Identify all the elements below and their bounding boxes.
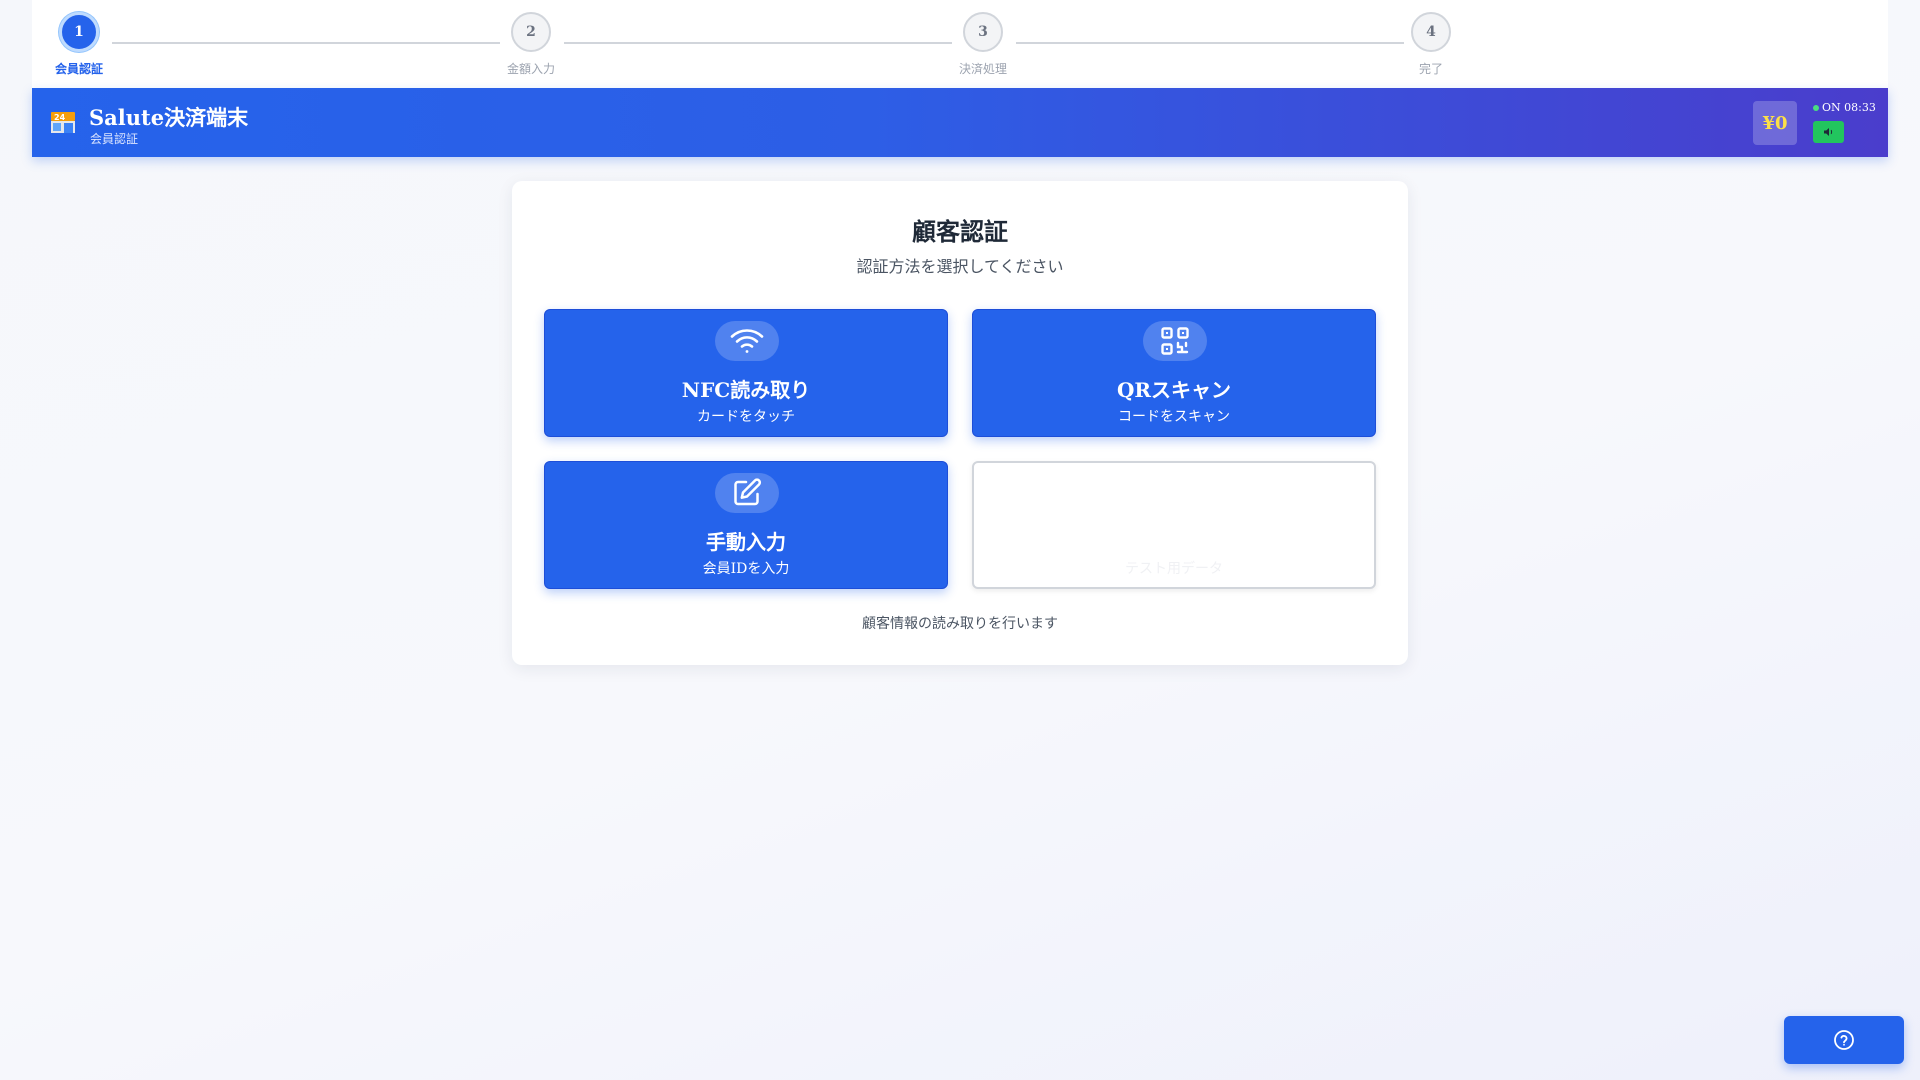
wifi-icon xyxy=(715,321,779,361)
step-number: 2 xyxy=(511,12,551,52)
nfc-read-button[interactable]: NFC読み取り カードをタッチ xyxy=(544,309,948,437)
step-amount-input: 2 金額入力 xyxy=(486,12,576,77)
step-complete: 4 完了 xyxy=(1386,12,1476,77)
method-desc: コードをスキャン xyxy=(1118,409,1230,425)
speaker-icon xyxy=(1823,128,1832,136)
app-subtitle: 会員認証 xyxy=(90,132,139,146)
auth-title: 顧客認証 xyxy=(912,217,1008,246)
sound-toggle-button[interactable] xyxy=(1813,121,1844,143)
svg-text:24: 24 xyxy=(54,113,66,122)
step-member-auth: 1 会員認証 xyxy=(34,12,124,77)
step-label: 金額入力 xyxy=(506,62,555,76)
step-label: 決済処理 xyxy=(958,62,1007,76)
auth-subtitle: 認証方法を選択してください xyxy=(856,257,1064,276)
method-title: QRスキャン xyxy=(1116,378,1232,402)
test-data-button[interactable]: テスト用データ xyxy=(972,461,1376,589)
manual-input-button[interactable]: 手動入力 会員IDを入力 xyxy=(544,461,948,589)
customer-auth-card: 顧客認証 認証方法を選択してください NFC読み取り カードをタッチ QRスキャ… xyxy=(512,181,1408,665)
method-desc: 会員IDを入力 xyxy=(702,561,790,577)
step-number: 3 xyxy=(963,12,1003,52)
step-connector xyxy=(564,42,952,44)
auth-footer-note: 顧客情報の読み取りを行います xyxy=(862,616,1058,632)
method-title: 手動入力 xyxy=(706,530,786,554)
app-title: Salute決済端末 xyxy=(89,105,249,130)
progress-stepper: 1 会員認証 2 金額入力 3 決済処理 4 完了 xyxy=(32,0,1888,88)
method-title: NFC読み取り xyxy=(681,378,811,402)
method-desc: テスト用データ xyxy=(1125,561,1223,577)
step-label: 会員認証 xyxy=(54,62,103,76)
step-number: 4 xyxy=(1411,12,1451,52)
help-circle-icon xyxy=(1834,1030,1854,1050)
app-header: 24 Salute決済端末 会員認証 ¥0 ON 08:33 xyxy=(32,88,1888,157)
connection-status: ON 08:33 xyxy=(1813,101,1876,114)
store-icon: 24 xyxy=(50,110,76,134)
edit-icon xyxy=(715,473,779,513)
step-label: 完了 xyxy=(1418,62,1443,76)
balance-button[interactable]: ¥0 xyxy=(1753,101,1797,145)
qr-scan-button[interactable]: QRスキャン コードをスキャン xyxy=(972,309,1376,437)
step-connector xyxy=(1016,42,1404,44)
step-payment-processing: 3 決済処理 xyxy=(938,12,1028,77)
method-desc: カードをタッチ xyxy=(697,409,795,425)
help-button[interactable] xyxy=(1784,1016,1904,1064)
status-text: ON 08:33 xyxy=(1822,101,1876,114)
step-connector xyxy=(112,42,500,44)
status-dot-icon xyxy=(1813,105,1819,111)
step-number: 1 xyxy=(59,12,99,52)
qr-code-icon xyxy=(1143,321,1207,361)
